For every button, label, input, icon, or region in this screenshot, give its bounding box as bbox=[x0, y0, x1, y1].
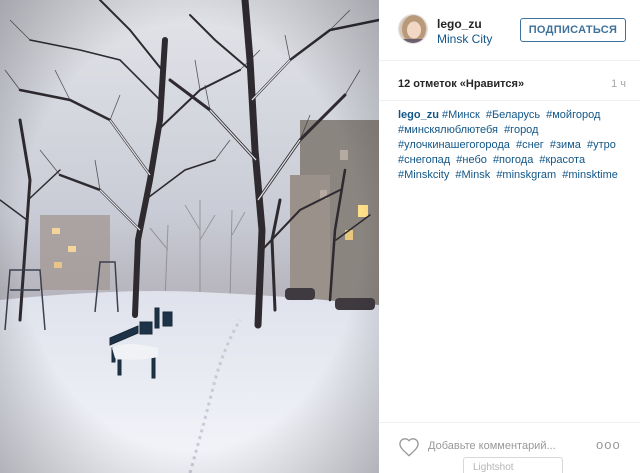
follow-button[interactable]: ПОДПИСАТЬСЯ bbox=[520, 18, 626, 42]
hashtag-link[interactable]: #небо bbox=[456, 154, 487, 166]
username-link[interactable]: lego_zu bbox=[437, 17, 482, 31]
avatar[interactable] bbox=[398, 14, 428, 44]
heart-icon[interactable] bbox=[398, 437, 420, 457]
avatar-image bbox=[399, 15, 427, 43]
post-meta: 12 отметок «Нравится» 1 ч bbox=[379, 61, 640, 101]
hashtag-link[interactable]: #улочкинашегогорода bbox=[398, 139, 510, 151]
post-sidebar: lego_zu Minsk City ПОДПИСАТЬСЯ 12 отмето… bbox=[379, 0, 640, 473]
hashtag-link[interactable]: #город bbox=[504, 124, 538, 136]
likes-count[interactable]: 12 отметок «Нравится» bbox=[398, 78, 524, 90]
hashtag-link[interactable]: #minskgram bbox=[496, 169, 556, 181]
post-time[interactable]: 1 ч bbox=[611, 78, 626, 90]
snowy-park-image bbox=[0, 0, 379, 473]
hashtag-link[interactable]: #снег bbox=[516, 139, 544, 151]
hashtag-link[interactable]: #Minskcity bbox=[398, 169, 449, 181]
post-header: lego_zu Minsk City ПОДПИСАТЬСЯ bbox=[379, 0, 640, 61]
more-options-icon[interactable]: ooo bbox=[596, 437, 622, 453]
hashtag-link[interactable]: #minsktime bbox=[562, 169, 618, 181]
hashtag-link[interactable]: #зима bbox=[550, 139, 581, 151]
hashtag-link[interactable]: #Minsk bbox=[455, 169, 490, 181]
instagram-post: lego_zu Minsk City ПОДПИСАТЬСЯ 12 отмето… bbox=[0, 0, 640, 473]
hashtag-link[interactable]: #погода bbox=[493, 154, 533, 166]
hashtag-link[interactable]: #Беларусь bbox=[486, 109, 540, 121]
post-photo[interactable] bbox=[0, 0, 379, 473]
hashtag-link[interactable]: #минскялюблютебя bbox=[398, 124, 498, 136]
location-link[interactable]: Minsk City bbox=[437, 32, 492, 46]
hashtag-link[interactable]: #снегопад bbox=[398, 154, 450, 166]
comment-input[interactable] bbox=[428, 435, 578, 457]
hashtag-link[interactable]: #красота bbox=[539, 154, 585, 166]
hashtag-link[interactable]: #утро bbox=[587, 139, 616, 151]
post-caption: lego_zu #Минск #Беларусь #мойгород #минск… bbox=[398, 108, 630, 183]
lightshot-overlay: Lightshot bbox=[463, 457, 563, 473]
hashtag-link[interactable]: #Минск bbox=[442, 109, 480, 121]
caption-author[interactable]: lego_zu bbox=[398, 109, 439, 121]
hashtag-link[interactable]: #мойгород bbox=[546, 109, 600, 121]
